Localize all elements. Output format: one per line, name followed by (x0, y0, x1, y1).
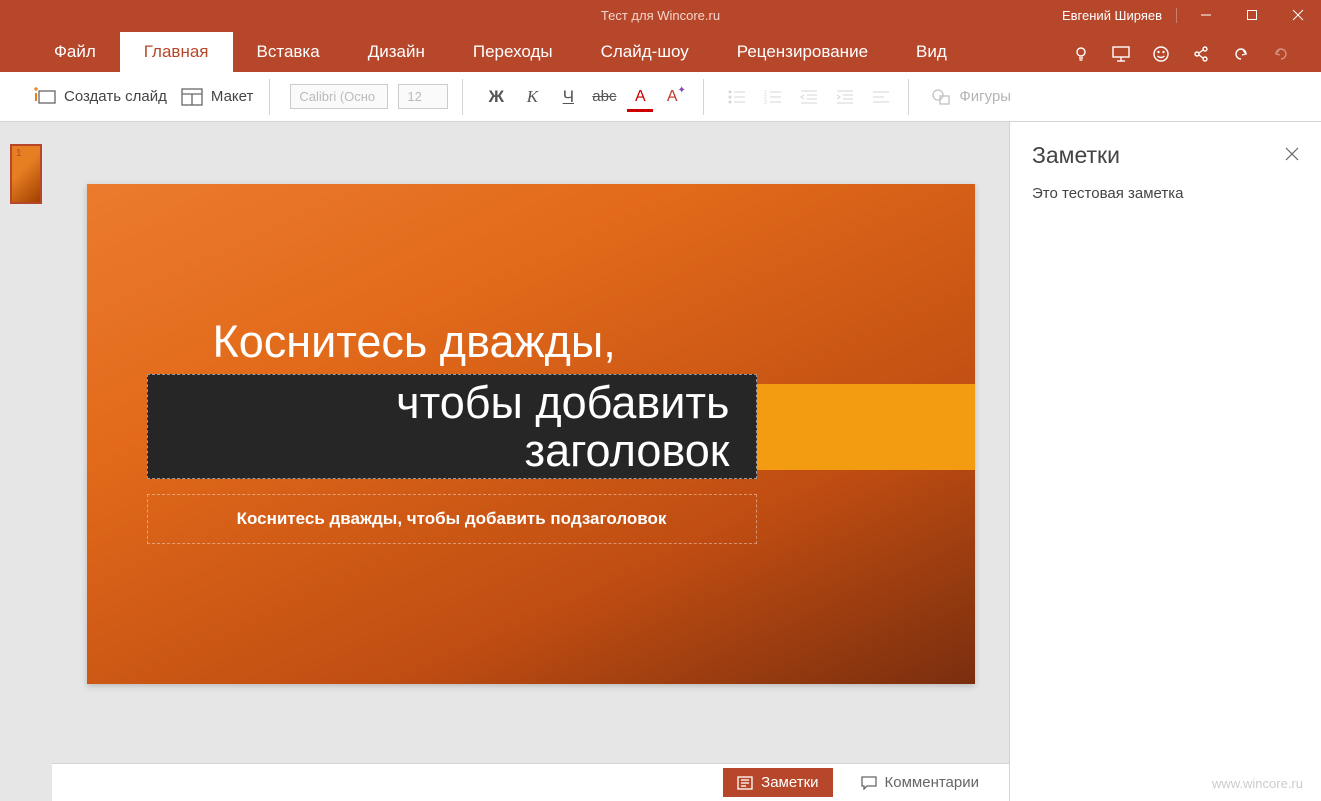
tab-file[interactable]: Файл (30, 32, 120, 72)
thumb-number: 1 (16, 148, 22, 159)
bullets-button[interactable] (724, 84, 750, 110)
notes-panel: Заметки Это тестовая заметка www.wincore… (1009, 122, 1321, 801)
notes-toggle-label: Заметки (761, 774, 818, 791)
titlebar: Тест для Wincore.ru Евгений Ширяев (0, 0, 1321, 30)
undo-icon[interactable] (1231, 44, 1251, 64)
shapes-icon (931, 88, 951, 106)
italic-button[interactable]: К (519, 84, 545, 110)
watermark: www.wincore.ru (1212, 776, 1303, 791)
maximize-button[interactable] (1229, 0, 1275, 30)
shapes-label: Фигуры (959, 88, 1011, 105)
comments-toggle[interactable]: Комментарии (847, 768, 993, 797)
slide-thumbnail-1[interactable] (10, 144, 42, 204)
tab-slideshow[interactable]: Слайд-шоу (577, 32, 713, 72)
new-slide-label: Создать слайд (64, 88, 167, 105)
slide-canvas[interactable]: Коснитесь дважды, чтобы добавить заголов… (52, 122, 1009, 801)
document-title: Тест для Wincore.ru (601, 8, 720, 23)
layout-icon (181, 88, 203, 106)
new-slide-icon (34, 87, 56, 107)
tab-view[interactable]: Вид (892, 32, 971, 72)
workspace: 1 Коснитесь дважды, чтобы добавить загол… (0, 122, 1321, 801)
tab-transitions[interactable]: Переходы (449, 32, 577, 72)
tab-insert[interactable]: Вставка (233, 32, 344, 72)
comments-toggle-label: Комментарии (885, 774, 979, 791)
layout-label: Макет (211, 88, 253, 105)
layout-button[interactable]: Макет (179, 84, 255, 110)
bold-button[interactable]: Ж (483, 84, 509, 110)
redo-icon[interactable] (1271, 44, 1291, 64)
subtitle-placeholder[interactable]: Коснитесь дважды, чтобы добавить подзаго… (147, 494, 757, 544)
close-button[interactable] (1275, 0, 1321, 30)
comments-icon (861, 776, 877, 790)
title-line1[interactable]: Коснитесь дважды, (213, 316, 616, 368)
align-button[interactable] (868, 84, 894, 110)
statusbar: Заметки Комментарии (52, 763, 1009, 801)
title-line3: заголовок (160, 427, 730, 474)
font-name-select[interactable]: Calibri (Осно (290, 84, 388, 109)
notes-panel-title: Заметки (1032, 142, 1120, 169)
minimize-button[interactable] (1183, 0, 1229, 30)
emoji-icon[interactable] (1151, 44, 1171, 64)
new-slide-button[interactable]: Создать слайд (32, 83, 169, 111)
notes-toggle[interactable]: Заметки (723, 768, 832, 797)
notes-close-button[interactable] (1285, 145, 1299, 166)
menu-tabs: Файл Главная Вставка Дизайн Переходы Сла… (0, 30, 1321, 72)
notes-icon (737, 776, 753, 790)
slide-thumbnails: 1 (0, 122, 52, 801)
present-icon[interactable] (1111, 44, 1131, 64)
underline-button[interactable]: Ч (555, 84, 581, 110)
svg-text:3: 3 (764, 100, 767, 105)
title-placeholder[interactable]: чтобы добавить заголовок (147, 374, 757, 479)
outdent-button[interactable] (796, 84, 822, 110)
font-size-select[interactable]: 12 (398, 84, 448, 109)
lightbulb-icon[interactable] (1071, 44, 1091, 64)
tab-design[interactable]: Дизайн (344, 32, 449, 72)
notes-content[interactable]: Это тестовая заметка (1032, 185, 1299, 202)
tab-home[interactable]: Главная (120, 32, 233, 72)
font-color-button[interactable]: А (627, 84, 653, 110)
close-icon (1285, 147, 1299, 161)
title-line2: чтобы добавить (160, 379, 730, 426)
accent-bar (755, 384, 975, 470)
subtitle-text: Коснитесь дважды, чтобы добавить подзаго… (237, 509, 667, 529)
share-icon[interactable] (1191, 44, 1211, 64)
ribbon: Создать слайд Макет Calibri (Осно 12 Ж К… (0, 72, 1321, 122)
strikethrough-button[interactable]: abc (591, 84, 617, 110)
indent-button[interactable] (832, 84, 858, 110)
user-name[interactable]: Евгений Ширяев (1048, 8, 1177, 23)
tab-review[interactable]: Рецензирование (713, 32, 892, 72)
shapes-button[interactable]: Фигуры (929, 84, 1013, 110)
clear-format-button[interactable]: A✦ (663, 84, 689, 110)
slide[interactable]: Коснитесь дважды, чтобы добавить заголов… (87, 184, 975, 684)
numbering-button[interactable]: 123 (760, 84, 786, 110)
